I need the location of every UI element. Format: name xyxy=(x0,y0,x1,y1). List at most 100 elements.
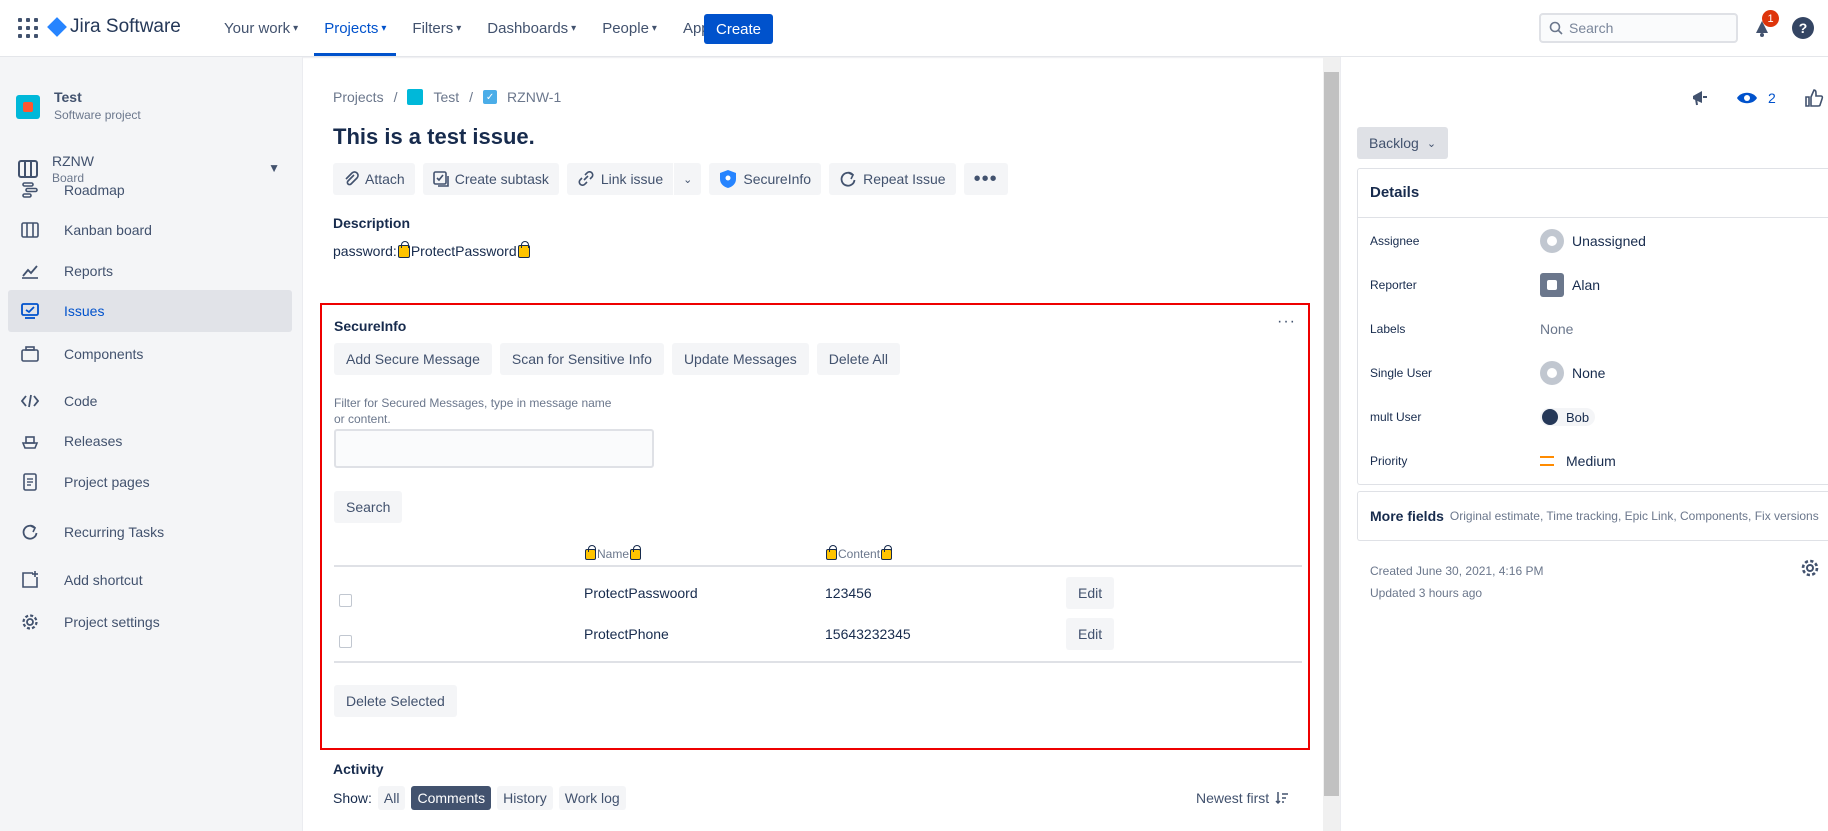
sidebar-item-issues[interactable]: Issues xyxy=(8,290,292,332)
field-labels[interactable]: Labels None xyxy=(1370,314,1820,344)
row-content: 123456 xyxy=(825,585,872,601)
issue-title[interactable]: This is a test issue. xyxy=(333,124,535,150)
project-icon xyxy=(407,89,424,105)
thumbs-up-icon[interactable] xyxy=(1804,88,1824,108)
search-input[interactable] xyxy=(1569,20,1719,36)
jira-logo[interactable]: Jira Software xyxy=(47,16,181,38)
nav-projects[interactable]: Projects ▾ xyxy=(314,0,397,56)
feedback-icon[interactable] xyxy=(1690,88,1710,108)
link-issue-dropdown[interactable]: ⌄ xyxy=(674,163,702,195)
table-row: ProtectPhone 15643232345 Edit xyxy=(334,610,1302,658)
create-button[interactable]: Create xyxy=(704,14,774,44)
project-sidebar: Test Software project RZNW Board ▼ Roadm… xyxy=(0,57,303,831)
chevron-down-icon: ▾ xyxy=(651,22,657,34)
delete-all-button[interactable]: Delete All xyxy=(816,343,900,375)
reports-icon xyxy=(20,261,40,281)
issues-icon xyxy=(20,301,40,321)
edit-button[interactable]: Edit xyxy=(1066,618,1115,650)
watcher-count[interactable]: 2 xyxy=(1768,90,1776,106)
filter-all[interactable]: All xyxy=(377,786,406,810)
subtask-icon xyxy=(432,171,449,187)
avatar xyxy=(1540,229,1564,253)
code-icon xyxy=(20,391,40,411)
add-secure-message-button[interactable]: Add Secure Message xyxy=(334,343,492,375)
field-assignee[interactable]: Assignee Unassigned xyxy=(1370,226,1820,256)
attach-button[interactable]: Attach xyxy=(333,163,415,195)
sidebar-item-roadmap[interactable]: Roadmap xyxy=(8,169,292,211)
repeat-issue-button[interactable]: Repeat Issue xyxy=(829,163,956,195)
filter-input[interactable] xyxy=(334,429,654,468)
sidebar-item-reports[interactable]: Reports xyxy=(8,250,292,292)
filter-history[interactable]: History xyxy=(497,786,553,810)
field-priority[interactable]: Priority Medium xyxy=(1370,446,1820,476)
scan-sensitive-info-button[interactable]: Scan for Sensitive Info xyxy=(499,343,664,375)
shield-icon xyxy=(720,170,737,188)
row-checkbox[interactable] xyxy=(339,635,352,648)
sidebar-item-add-shortcut[interactable]: Add shortcut xyxy=(8,559,292,601)
chevron-down-icon: ▾ xyxy=(456,22,462,34)
sort-order-button[interactable]: Newest first xyxy=(1196,790,1289,806)
create-subtask-button[interactable]: Create subtask xyxy=(422,163,559,195)
more-icon[interactable]: ··· xyxy=(1277,313,1296,331)
status-dropdown[interactable]: Backlog ⌄ xyxy=(1357,127,1449,159)
nav-filters[interactable]: Filters ▾ xyxy=(402,0,471,56)
sidebar-item-project-settings[interactable]: Project settings xyxy=(8,601,292,643)
priority-medium-icon xyxy=(1540,456,1554,466)
secureinfo-button[interactable]: SecureInfo xyxy=(709,163,822,195)
watch-icon[interactable] xyxy=(1736,90,1758,106)
sidebar-item-project-pages[interactable]: Project pages xyxy=(8,461,292,503)
sidebar-item-code[interactable]: Code xyxy=(8,380,292,422)
column-header-content: Content xyxy=(825,544,893,561)
sidebar-item-releases[interactable]: Releases xyxy=(8,420,292,462)
search-icon xyxy=(1549,21,1563,35)
search-button[interactable]: Search xyxy=(334,491,403,523)
add-shortcut-icon xyxy=(20,570,40,590)
breadcrumb-project[interactable]: Test xyxy=(433,89,459,105)
row-content: 15643232345 xyxy=(825,626,911,642)
field-reporter[interactable]: Reporter Alan xyxy=(1370,270,1820,300)
delete-selected-button[interactable]: Delete Selected xyxy=(334,685,457,717)
update-messages-button[interactable]: Update Messages xyxy=(671,343,809,375)
main-scrollbar-thumb[interactable] xyxy=(1324,72,1339,796)
nav-people[interactable]: People ▾ xyxy=(592,0,667,56)
edit-button[interactable]: Edit xyxy=(1066,577,1115,609)
filter-comments[interactable]: Comments xyxy=(411,786,492,810)
chevron-down-icon: ▾ xyxy=(571,22,577,34)
issue-toolbar: Attach Create subtask Link issue ⌄ Secur… xyxy=(333,163,1008,195)
issue-actions: 2 xyxy=(1690,88,1824,108)
description-content[interactable]: password: ProtectPassword xyxy=(333,240,531,259)
project-header[interactable]: Test Software project xyxy=(16,89,141,122)
chevron-down-icon: ⌄ xyxy=(683,173,693,186)
row-checkbox[interactable] xyxy=(339,594,352,607)
nav-your-work[interactable]: Your work ▾ xyxy=(214,0,308,56)
secureinfo-actions: Add Secure Message Scan for Sensitive In… xyxy=(334,343,900,375)
pages-icon xyxy=(20,472,40,492)
breadcrumb-issue-key[interactable]: RZNW-1 xyxy=(507,89,561,105)
lock-icon xyxy=(585,544,596,560)
more-fields-section[interactable]: More fields Original estimate, Time trac… xyxy=(1357,491,1828,541)
paperclip-icon xyxy=(345,171,359,186)
nav-dashboards[interactable]: Dashboards ▾ xyxy=(477,0,586,56)
app-switcher-icon[interactable] xyxy=(18,18,38,38)
link-issue-button[interactable]: Link issue xyxy=(566,163,674,195)
global-search[interactable] xyxy=(1539,13,1738,43)
field-mult-user[interactable]: mult User Bob xyxy=(1370,402,1820,432)
breadcrumb: Projects / Test / ✓ RZNW-1 xyxy=(333,89,561,105)
sidebar-item-recurring-tasks[interactable]: Recurring Tasks xyxy=(8,511,292,553)
project-name: Test xyxy=(54,89,82,105)
field-single-user[interactable]: Single User None xyxy=(1370,358,1820,388)
filter-work-log[interactable]: Work log xyxy=(558,786,626,810)
more-fields-list: Original estimate, Time tracking, Epic L… xyxy=(1449,509,1819,523)
secureinfo-panel: SecureInfo ··· Add Secure Message Scan f… xyxy=(320,303,1310,750)
sidebar-item-kanban-board[interactable]: Kanban board xyxy=(8,209,292,251)
more-actions-button[interactable]: ••• xyxy=(963,163,1008,195)
task-type-icon[interactable]: ✓ xyxy=(483,90,498,104)
details-title[interactable]: Details xyxy=(1370,184,1419,201)
project-avatar xyxy=(16,95,40,119)
sidebar-item-components[interactable]: Components xyxy=(8,333,292,375)
lock-icon xyxy=(517,240,530,258)
breadcrumb-projects[interactable]: Projects xyxy=(333,89,384,105)
help-icon[interactable]: ? xyxy=(1792,17,1814,39)
gear-icon[interactable] xyxy=(1800,558,1820,578)
releases-icon xyxy=(20,431,40,451)
